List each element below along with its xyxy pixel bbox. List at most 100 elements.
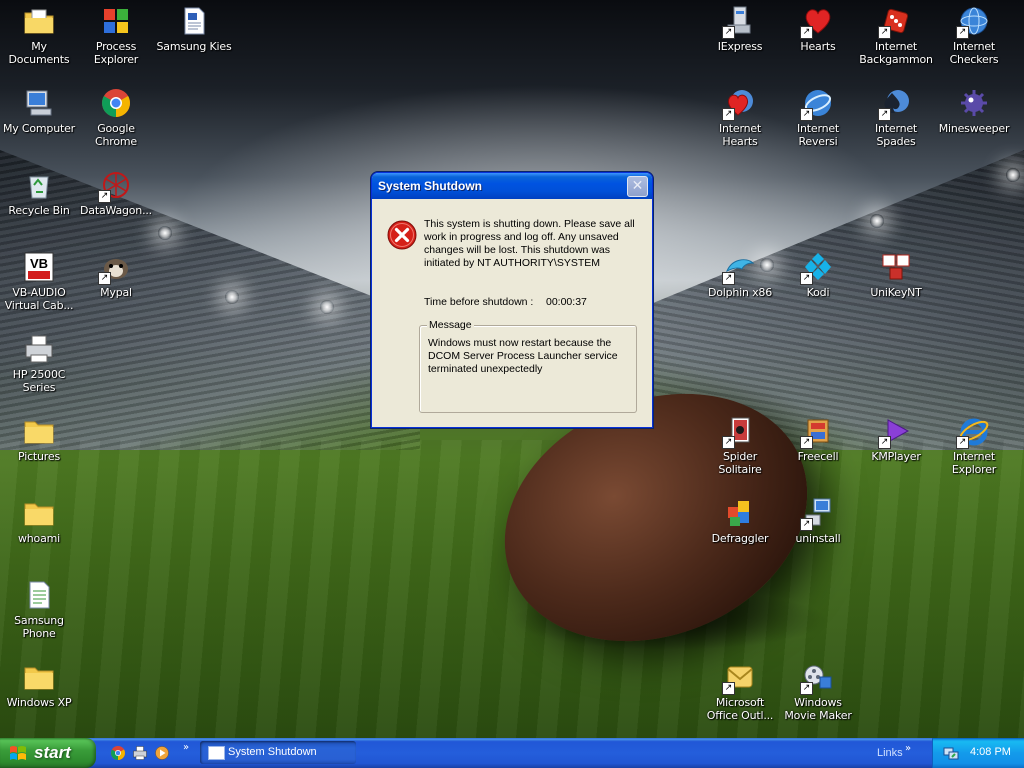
stadium-light: [1006, 168, 1020, 182]
stadium-light: [320, 300, 334, 314]
printer-icon: [23, 333, 55, 365]
desktop-icon-dolphin[interactable]: ↗ Dolphin x86: [701, 249, 779, 299]
desktop-icon-unikeynt[interactable]: UniKeyNT: [857, 249, 935, 299]
close-button[interactable]: ✕: [627, 176, 648, 197]
desktop-icon-uninstall[interactable]: ↗ uninstall: [779, 495, 857, 545]
desktop-icon-samsung-phone[interactable]: Samsung Phone: [0, 577, 78, 640]
desktop-icon-windows-xp[interactable]: Windows XP: [0, 659, 78, 709]
window-icon: [208, 746, 225, 760]
shutdown-message: This system is shutting down. Please sav…: [424, 218, 635, 269]
desktop-icon-hp-2500c[interactable]: HP 2500C Series: [0, 331, 78, 394]
desktop-icon-internet-backgammon[interactable]: ↗ Internet Backgammon: [857, 3, 935, 66]
folder-icon: [23, 415, 55, 447]
outlook-icon: ↗: [722, 661, 756, 695]
desktop-icon-spider-solitaire[interactable]: ↗ Spider Solitaire: [701, 413, 779, 476]
desktop-icon-defraggler[interactable]: Defraggler: [701, 495, 779, 545]
desktop-icon-recycle-bin[interactable]: Recycle Bin: [0, 167, 78, 217]
time-before-shutdown-label: Time before shutdown :: [424, 296, 534, 308]
system-tray: 4:08 PM: [932, 738, 1024, 768]
quick-launch-more[interactable]: »: [183, 742, 189, 753]
computer-icon: [23, 87, 55, 119]
desktop-icon-internet-hearts[interactable]: ↗ Internet Hearts: [701, 85, 779, 148]
svg-text:VB: VB: [30, 256, 48, 271]
stadium-light: [870, 214, 884, 228]
kodi-icon: ↗: [800, 251, 834, 285]
desktop-icon-vb-audio[interactable]: VB VB-AUDIO Virtual Cab...: [0, 249, 78, 312]
unikey-icon: [880, 251, 912, 283]
desktop-icon-process-explorer[interactable]: Process Explorer: [77, 3, 155, 66]
message-group-label: Message: [427, 319, 474, 331]
message-group-text: Windows must now restart because the DCO…: [428, 337, 618, 375]
spades-icon: ↗: [878, 87, 912, 121]
spider-solitaire-icon: ↗: [722, 415, 756, 449]
desktop-icon-mypal[interactable]: ↗ Mypal: [77, 249, 155, 299]
chrome-icon[interactable]: [110, 745, 126, 761]
mine-icon: [958, 87, 990, 119]
folder-icon: [23, 661, 55, 693]
reversi-icon: ↗: [800, 87, 834, 121]
taskbar-button-label: System Shutdown: [228, 746, 317, 758]
media-icon[interactable]: [154, 745, 170, 761]
desktop-icon-minesweeper[interactable]: Minesweeper: [935, 85, 1013, 135]
windows-flag-icon: [10, 746, 26, 760]
desktop-icon-movie-maker[interactable]: ↗ Windows Movie Maker: [779, 659, 857, 722]
folder-icon: [23, 497, 55, 529]
mypal-icon: ↗: [98, 251, 132, 285]
stadium-light: [225, 290, 239, 304]
iexpress-icon: ↗: [722, 5, 756, 39]
printer-icon[interactable]: [132, 745, 148, 761]
desktop-icon-iexpress[interactable]: ↗ IExpress: [701, 3, 779, 53]
desktop-icon-datawagon[interactable]: ↗ DataWagon...: [77, 167, 155, 217]
checkers-icon: ↗: [956, 5, 990, 39]
backgammon-icon: ↗: [878, 5, 912, 39]
message-group: Message Windows must now restart because…: [419, 319, 637, 413]
football-field: [0, 440, 1024, 738]
start-label: start: [34, 743, 71, 762]
datawagon-icon: ↗: [98, 169, 132, 203]
desktop-icon-internet-reversi[interactable]: ↗ Internet Reversi: [779, 85, 857, 148]
desktop-icon-hearts[interactable]: ↗ Hearts: [779, 3, 857, 53]
recycle-bin-icon: [23, 169, 55, 201]
stadium-light: [158, 226, 172, 240]
internet-explorer-icon: ↗: [956, 415, 990, 449]
heart-icon: ↗: [800, 5, 834, 39]
desktop-icon-internet-explorer[interactable]: ↗ Internet Explorer: [935, 413, 1013, 476]
movie-maker-icon: ↗: [800, 661, 834, 695]
document-icon: [178, 5, 210, 37]
desktop-icon-internet-checkers[interactable]: ↗ Internet Checkers: [935, 3, 1013, 66]
vb-audio-icon: VB: [23, 251, 55, 283]
taskbar: start » System Shutdown Links » 4:08 PM: [0, 738, 1024, 768]
kmplayer-icon: ↗: [878, 415, 912, 449]
desktop-icon-pictures[interactable]: Pictures: [0, 413, 78, 463]
error-icon: [386, 219, 418, 251]
chrome-icon: [100, 87, 132, 119]
dolphin-icon: ↗: [722, 251, 756, 285]
internet-hearts-icon: ↗: [722, 87, 756, 121]
start-button[interactable]: start: [0, 738, 96, 768]
samsung-phone-icon: [23, 579, 55, 611]
countdown-timer: 00:00:37: [546, 296, 587, 308]
freecell-icon: ↗: [800, 415, 834, 449]
desktop-icon-google-chrome[interactable]: Google Chrome: [77, 85, 155, 148]
network-icon[interactable]: [943, 745, 959, 761]
process-explorer-icon: [100, 5, 132, 37]
links-more[interactable]: »: [905, 743, 911, 754]
clock[interactable]: 4:08 PM: [970, 746, 1011, 758]
desktop-icon-whoami[interactable]: whoami: [0, 495, 78, 545]
system-shutdown-dialog: System Shutdown ✕ This system is shuttin…: [371, 172, 653, 428]
desktop-icon-freecell[interactable]: ↗ Freecell: [779, 413, 857, 463]
desktop-icon-internet-spades[interactable]: ↗ Internet Spades: [857, 85, 935, 148]
desktop-icon-kmplayer[interactable]: ↗ KMPlayer: [857, 413, 935, 463]
desktop-icon-my-computer[interactable]: My Computer: [0, 85, 78, 135]
links-toolbar[interactable]: Links: [877, 747, 903, 759]
folder-documents-icon: [23, 5, 55, 37]
desktop-icon-kodi[interactable]: ↗ Kodi: [779, 249, 857, 299]
defraggler-icon: [724, 497, 756, 529]
taskbar-button-system-shutdown[interactable]: System Shutdown: [200, 741, 356, 764]
dialog-title-bar[interactable]: System Shutdown ✕: [372, 173, 652, 199]
desktop-icon-samsung-kies[interactable]: Samsung Kies: [155, 3, 233, 53]
desktop-icon-outlook[interactable]: ↗ Microsoft Office Outl...: [701, 659, 779, 722]
dialog-title: System Shutdown: [378, 179, 483, 193]
desktop-icon-my-documents[interactable]: My Documents: [0, 3, 78, 66]
uninstall-icon: ↗: [800, 497, 834, 531]
